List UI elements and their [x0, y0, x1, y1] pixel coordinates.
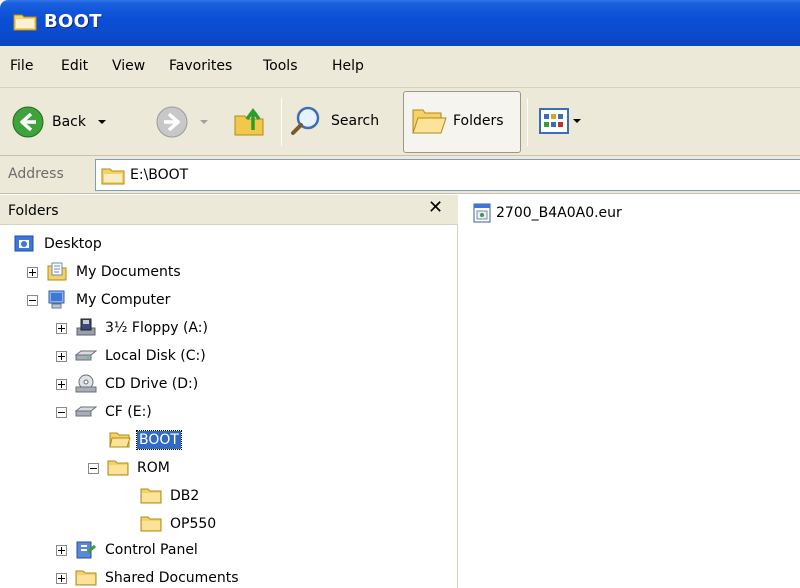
menu-help[interactable]: Help: [332, 58, 364, 74]
address-field[interactable]: E:\BOOT: [95, 159, 800, 191]
search-button[interactable]: Search: [290, 105, 379, 137]
menu-view[interactable]: View: [112, 58, 145, 74]
tree-item-floppy[interactable]: 3½ Floppy (A:): [56, 315, 210, 341]
tree-label: Shared Documents: [105, 570, 239, 586]
collapse-icon[interactable]: [27, 294, 38, 306]
folder-icon: [140, 516, 162, 532]
open-folder-icon: [109, 432, 131, 448]
hard-disk-icon: [75, 350, 97, 361]
address-bar: Address E:\BOOT: [0, 156, 800, 194]
my-documents-icon: [47, 262, 67, 281]
tree-label: CF (E:): [105, 404, 152, 420]
tree-item-boot[interactable]: BOOT: [109, 427, 182, 453]
file-list-pane[interactable]: 2700_B4A0A0.eur: [459, 195, 800, 588]
expand-icon[interactable]: [56, 544, 67, 556]
tree-label: DB2: [170, 488, 200, 504]
expand-icon[interactable]: [56, 378, 67, 390]
tree-label: BOOT: [136, 430, 182, 450]
menu-favorites[interactable]: Favorites: [169, 58, 232, 74]
up-folder-button[interactable]: [233, 104, 267, 138]
expand-icon[interactable]: [56, 322, 67, 334]
window-title: BOOT: [44, 11, 102, 32]
expand-icon[interactable]: [56, 350, 67, 362]
folder-icon: [75, 570, 97, 586]
tree-item-cd-drive[interactable]: CD Drive (D:): [56, 371, 200, 397]
folders-icon: [412, 109, 447, 134]
tree-item-cf-drive[interactable]: CF (E:): [56, 399, 154, 425]
back-button[interactable]: Back: [12, 106, 106, 138]
removable-drive-icon: [75, 406, 97, 417]
tree-item-shared-documents[interactable]: Shared Documents: [56, 565, 241, 588]
folders-label: Folders: [453, 113, 504, 129]
forward-dropdown-icon[interactable]: [200, 120, 208, 124]
views-dropdown-icon[interactable]: [573, 119, 581, 123]
tree-label: My Computer: [76, 292, 171, 308]
tree-label: My Documents: [76, 264, 181, 280]
tree-label: OP550: [170, 516, 217, 532]
tree-label: ROM: [137, 460, 170, 476]
desktop-icon: [14, 235, 34, 252]
views-button[interactable]: [539, 108, 581, 134]
tree-label: Desktop: [44, 236, 102, 252]
search-label: Search: [331, 113, 380, 129]
close-icon[interactable]: ✕: [428, 197, 443, 218]
address-value: E:\BOOT: [130, 167, 189, 183]
folder-icon: [101, 168, 125, 185]
control-panel-icon: [76, 541, 96, 559]
back-label: Back: [52, 114, 86, 130]
tree-item-rom[interactable]: ROM: [88, 455, 172, 481]
expand-icon[interactable]: [27, 266, 38, 278]
address-label: Address: [8, 166, 64, 182]
collapse-icon[interactable]: [56, 406, 67, 418]
back-arrow-icon: [12, 106, 44, 138]
tree-item-op550[interactable]: OP550: [140, 511, 218, 537]
tree-item-my-documents[interactable]: My Documents: [27, 259, 183, 285]
file-name: 2700_B4A0A0.eur: [496, 205, 622, 221]
expand-icon[interactable]: [56, 572, 67, 584]
folders-pane-title: Folders: [8, 203, 59, 219]
tree-item-my-computer[interactable]: My Computer: [27, 287, 172, 313]
folder-icon: [140, 488, 162, 504]
folders-button[interactable]: Folders: [403, 91, 521, 153]
file-icon: [473, 203, 491, 223]
menu-bar: File Edit View Favorites Tools Help: [0, 46, 800, 88]
my-computer-icon: [48, 290, 65, 309]
tree-item-db2[interactable]: DB2: [140, 483, 201, 509]
up-folder-icon: [234, 108, 264, 136]
forward-button[interactable]: [156, 106, 208, 138]
tree-item-control-panel[interactable]: Control Panel: [56, 537, 200, 563]
views-icon: [539, 108, 569, 134]
tree-item-desktop[interactable]: Desktop: [14, 231, 104, 257]
folders-pane-header: Folders ✕: [0, 195, 458, 225]
tree-item-local-disk[interactable]: Local Disk (C:): [56, 343, 208, 369]
menu-edit[interactable]: Edit: [61, 58, 88, 74]
folder-icon: [107, 460, 129, 476]
back-dropdown-icon[interactable]: [98, 120, 106, 124]
folder-icon: [13, 14, 37, 31]
tree-label: 3½ Floppy (A:): [105, 320, 208, 336]
title-bar[interactable]: BOOT: [0, 0, 800, 46]
file-item[interactable]: 2700_B4A0A0.eur: [473, 203, 624, 223]
collapse-icon[interactable]: [88, 462, 99, 474]
search-icon: [291, 106, 320, 135]
toolbar: Back Search Folders: [0, 88, 800, 156]
tree-label: Control Panel: [105, 542, 198, 558]
menu-file[interactable]: File: [10, 58, 33, 74]
tree-label: Local Disk (C:): [105, 348, 206, 364]
forward-arrow-icon: [156, 106, 188, 138]
folders-pane: Folders ✕ Desktop My Documents My Comput…: [0, 195, 458, 588]
floppy-drive-icon: [76, 318, 96, 336]
menu-tools[interactable]: Tools: [263, 58, 298, 74]
cd-drive-icon: [75, 374, 97, 393]
tree-label: CD Drive (D:): [105, 376, 199, 392]
